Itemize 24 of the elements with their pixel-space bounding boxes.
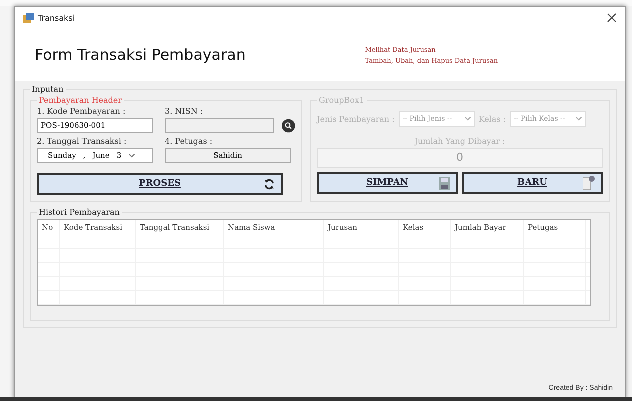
app-icon [23,12,34,24]
dropdown-icon [464,117,471,121]
new-document-icon [583,176,595,190]
search-icon[interactable] [282,118,295,132]
dropdown-icon [128,154,135,158]
proses-button[interactable]: PROSES [37,173,283,195]
group-title: GroupBox1 [318,96,366,105]
dropdown-icon [576,117,582,121]
field-label: Kelas : [478,114,506,124]
field-label: Jenis Pembayaran : [317,114,395,124]
input-field[interactable] [165,118,274,133]
save-icon [439,176,450,190]
close-icon[interactable] [607,13,617,23]
group-title: Histori Pembayaran [38,208,121,217]
field-label: 1. Kode Pembayaran : [37,107,127,116]
group-title: Inputan [31,85,65,94]
window-title: Transaksi [38,14,76,22]
refresh-icon [264,178,275,190]
field-label: Jumlah Yang Dibayar : [413,137,506,146]
group-title: Pembayaran Header [38,96,123,105]
field-label: 3. NISN : [165,107,204,116]
form-title: Form Transaksi Pembayaran [35,46,247,64]
field-label: 2. Tanggal Transaksi : [37,137,128,146]
field-label: 4. Petugas : [165,137,214,146]
